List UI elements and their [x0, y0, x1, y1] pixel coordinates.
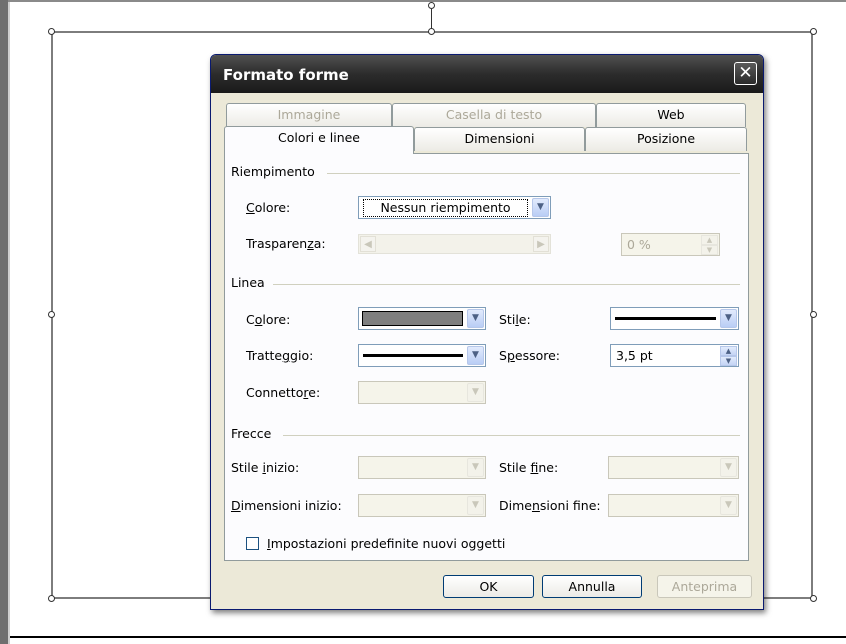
section-linea: Linea: [231, 275, 265, 290]
dialog-titlebar[interactable]: Formato forme ✕: [211, 55, 763, 93]
chevron-down-icon[interactable]: ▼: [467, 458, 484, 477]
chevron-down-icon[interactable]: ▼: [720, 458, 737, 477]
window-top-border: [8, 0, 846, 2]
connector-label: Connettore:: [246, 385, 321, 400]
tab-web[interactable]: Web: [596, 103, 746, 127]
dash-label: Tratteggio:: [246, 348, 314, 363]
defaults-checkbox-label[interactable]: Impostazioni predefinite nuovi oggetti: [267, 536, 505, 551]
cancel-button[interactable]: Annulla: [542, 575, 642, 598]
tab-panel-colori-e-linee: Riempimento Colore: Nessun riempimento ▼…: [224, 153, 749, 561]
line-style-sample: [615, 317, 716, 320]
chevron-down-icon[interactable]: ▼: [532, 198, 549, 217]
preview-button[interactable]: Anteprima: [657, 575, 752, 598]
chevron-right-icon[interactable]: ▶: [533, 236, 549, 252]
fill-color-label: Colore:: [246, 200, 291, 215]
spin-up-icon[interactable]: ▲: [720, 346, 737, 356]
window-bottom-border: [10, 636, 846, 638]
transparency-label: Trasparenza:: [246, 236, 326, 251]
end-size-label: Dimensioni fine:: [499, 498, 601, 513]
rotation-handle[interactable]: [428, 2, 435, 9]
transparency-slider[interactable]: ◀ ▶: [358, 234, 551, 254]
defaults-checkbox[interactable]: [246, 537, 259, 550]
section-divider: [283, 435, 740, 436]
begin-size-combo[interactable]: ▼: [358, 494, 486, 517]
dash-sample: [363, 354, 463, 357]
transparency-value: 0 %: [627, 237, 651, 252]
end-size-combo[interactable]: ▼: [608, 494, 739, 517]
resize-handle-top[interactable]: [428, 28, 435, 35]
line-color-swatch: [362, 311, 463, 326]
section-divider: [327, 173, 740, 174]
resize-handle-top-left[interactable]: [48, 28, 55, 35]
begin-style-combo[interactable]: ▼: [358, 456, 486, 479]
dash-combo[interactable]: ▼: [358, 344, 486, 367]
spin-down-icon[interactable]: ▼: [720, 356, 737, 366]
dialog-title: Formato forme: [223, 66, 349, 84]
window-left-border-inner: [8, 0, 10, 644]
section-riempimento: Riempimento: [231, 164, 315, 179]
tab-dimensioni[interactable]: Dimensioni: [414, 127, 585, 151]
end-style-label: Stile fine:: [499, 460, 559, 475]
chevron-down-icon[interactable]: ▼: [720, 309, 737, 328]
end-style-combo[interactable]: ▼: [608, 456, 739, 479]
line-color-combo[interactable]: ▼: [358, 307, 486, 330]
weight-value: 3,5 pt: [616, 348, 653, 363]
section-divider: [273, 284, 740, 285]
ok-button[interactable]: OK: [443, 575, 534, 598]
resize-handle-bottom-right[interactable]: [810, 595, 817, 602]
format-shape-dialog: Formato forme ✕ Immagine Casella di test…: [210, 54, 764, 610]
line-style-combo[interactable]: ▼: [610, 307, 739, 330]
chevron-down-icon[interactable]: ▼: [467, 496, 484, 515]
window-left-border: [0, 0, 8, 644]
resize-handle-right[interactable]: [810, 311, 817, 318]
spin-up-icon[interactable]: ▲: [701, 235, 718, 245]
connector-combo[interactable]: ▼: [358, 381, 486, 404]
tab-immagine[interactable]: Immagine: [226, 103, 392, 127]
chevron-down-icon[interactable]: ▼: [467, 346, 484, 365]
weight-spinner[interactable]: 3,5 pt ▲ ▼: [610, 344, 739, 367]
spin-down-icon[interactable]: ▼: [701, 245, 718, 255]
weight-label: Spessore:: [499, 348, 561, 363]
tab-casella-di-testo[interactable]: Casella di testo: [392, 103, 596, 127]
begin-size-label: Dimensioni inizio:: [231, 498, 342, 513]
chevron-down-icon[interactable]: ▼: [467, 383, 484, 402]
chevron-down-icon[interactable]: ▼: [467, 309, 484, 328]
close-icon[interactable]: ✕: [734, 62, 757, 85]
fill-color-combo[interactable]: Nessun riempimento ▼: [358, 196, 551, 219]
section-frecce: Frecce: [231, 426, 272, 441]
transparency-spinner[interactable]: 0 % ▲ ▼: [621, 233, 720, 256]
resize-handle-bottom-left[interactable]: [48, 595, 55, 602]
fill-color-value: Nessun riempimento: [363, 199, 528, 217]
chevron-down-icon[interactable]: ▼: [720, 496, 737, 515]
chevron-left-icon[interactable]: ◀: [360, 236, 376, 252]
begin-style-label: Stile inizio:: [231, 460, 300, 475]
line-color-label: Colore:: [246, 312, 291, 327]
rotation-handle-stem: [431, 9, 432, 29]
resize-handle-top-right[interactable]: [810, 28, 817, 35]
tab-posizione[interactable]: Posizione: [585, 127, 747, 151]
line-style-label: Stile:: [499, 312, 531, 327]
resize-handle-left[interactable]: [48, 311, 55, 318]
tab-colori-e-linee[interactable]: Colori e linee: [224, 126, 414, 154]
